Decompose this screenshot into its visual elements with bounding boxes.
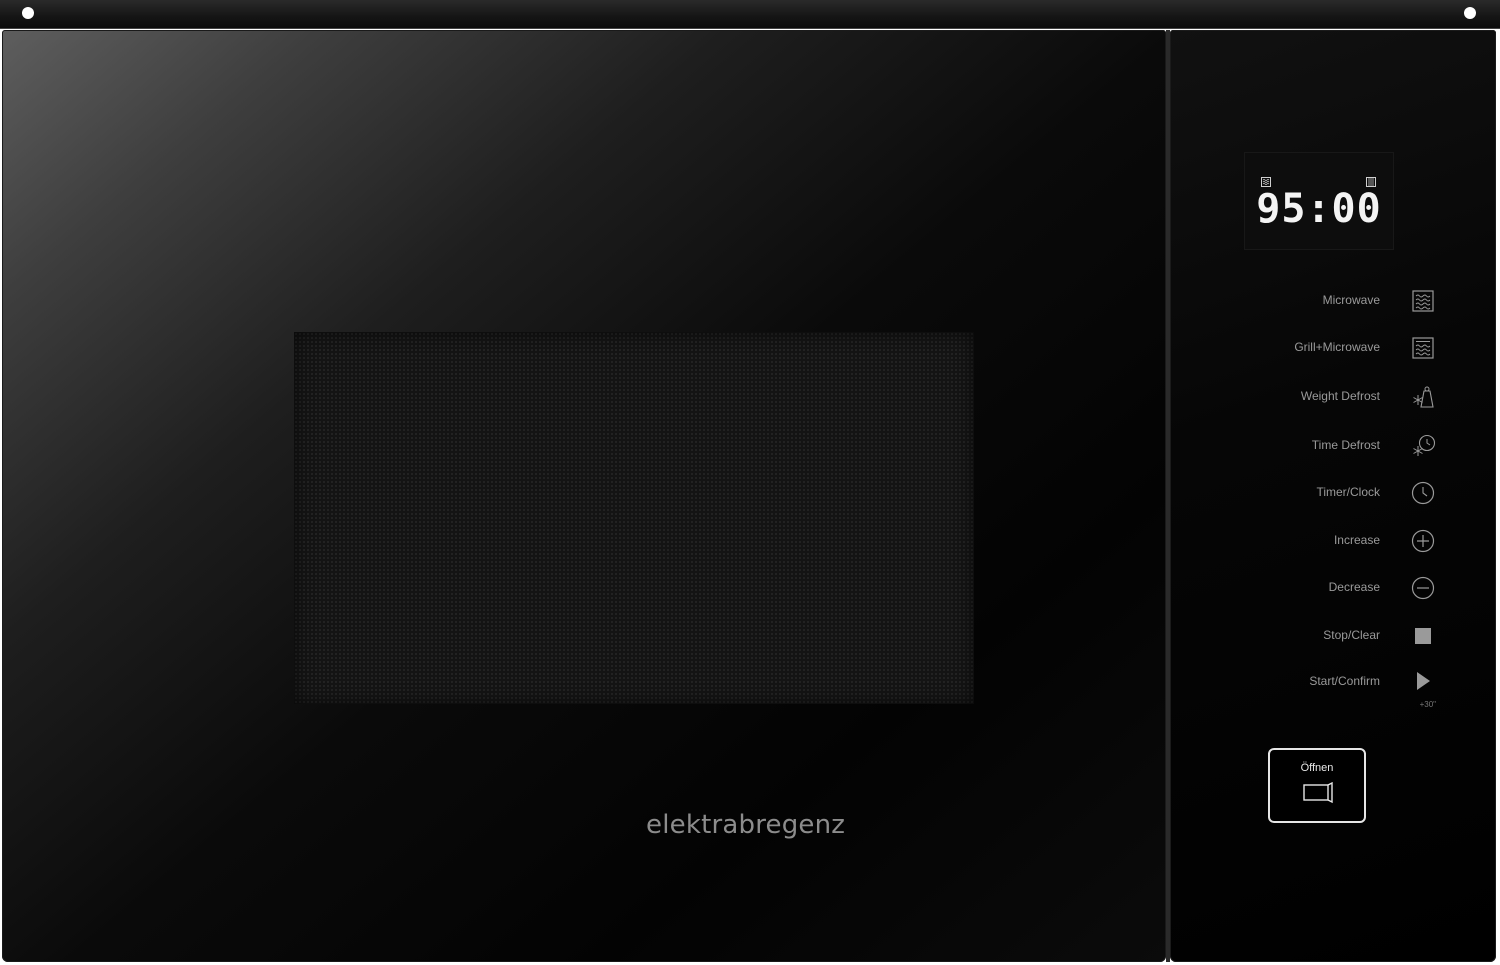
microwave-waves-icon <box>1412 290 1434 312</box>
mounting-hole-right <box>1464 7 1476 19</box>
mounting-hole-left <box>22 7 34 19</box>
grill-microwave-button[interactable]: Grill+Microwave <box>1210 331 1450 365</box>
door-open-label: Öffnen <box>1300 762 1334 774</box>
door-open-icon <box>1303 782 1333 804</box>
weight-defrost-icon <box>1413 386 1434 408</box>
brand-logo: elektrabregenz <box>646 810 846 840</box>
time-defrost-button[interactable]: Time Defrost <box>1210 429 1450 463</box>
plus-circle-icon <box>1411 529 1435 553</box>
minus-circle-icon <box>1411 576 1435 600</box>
time-defrost-label: Time Defrost <box>1311 438 1380 452</box>
weight-defrost-button[interactable]: Weight Defrost <box>1210 380 1450 414</box>
start-confirm-button[interactable]: Start/Confirm +30" <box>1210 665 1450 709</box>
control-panel: 95:00 Microwave Grill+Microwave Weight D… <box>1170 30 1496 962</box>
door-open-button[interactable]: Öffnen <box>1268 748 1366 823</box>
timer-clock-label: Timer/Clock <box>1316 485 1380 499</box>
grill-microwave-icon <box>1412 337 1434 359</box>
grill-microwave-label: Grill+Microwave <box>1294 340 1380 354</box>
decrease-label: Decrease <box>1328 580 1380 594</box>
microwave-label: Microwave <box>1322 293 1380 307</box>
stop-clear-label: Stop/Clear <box>1323 628 1380 642</box>
weight-defrost-label: Weight Defrost <box>1300 389 1380 403</box>
clock-icon <box>1411 481 1435 505</box>
play-triangle-icon <box>1417 672 1430 690</box>
time-defrost-icon <box>1413 434 1436 456</box>
time-display: 95:00 <box>1244 152 1394 250</box>
oven-door: elektrabregenz <box>2 30 1166 962</box>
decrease-button[interactable]: Decrease <box>1210 571 1450 605</box>
door-window-mesh <box>294 332 974 704</box>
microwave-front: elektrabregenz 95:00 Microwave Grill+Mic… <box>0 0 1500 965</box>
microwave-button[interactable]: Microwave <box>1210 284 1450 318</box>
increase-label: Increase <box>1333 533 1380 547</box>
start-confirm-label: Start/Confirm <box>1309 674 1380 688</box>
mounting-strip <box>0 0 1500 29</box>
timer-clock-button[interactable]: Timer/Clock <box>1210 476 1450 510</box>
stop-square-icon <box>1415 628 1431 644</box>
increase-button[interactable]: Increase <box>1210 524 1450 558</box>
display-time: 95:00 <box>1256 186 1382 232</box>
stop-clear-button[interactable]: Stop/Clear <box>1210 619 1450 653</box>
start-quick-add-label: +30" <box>1419 700 1436 709</box>
